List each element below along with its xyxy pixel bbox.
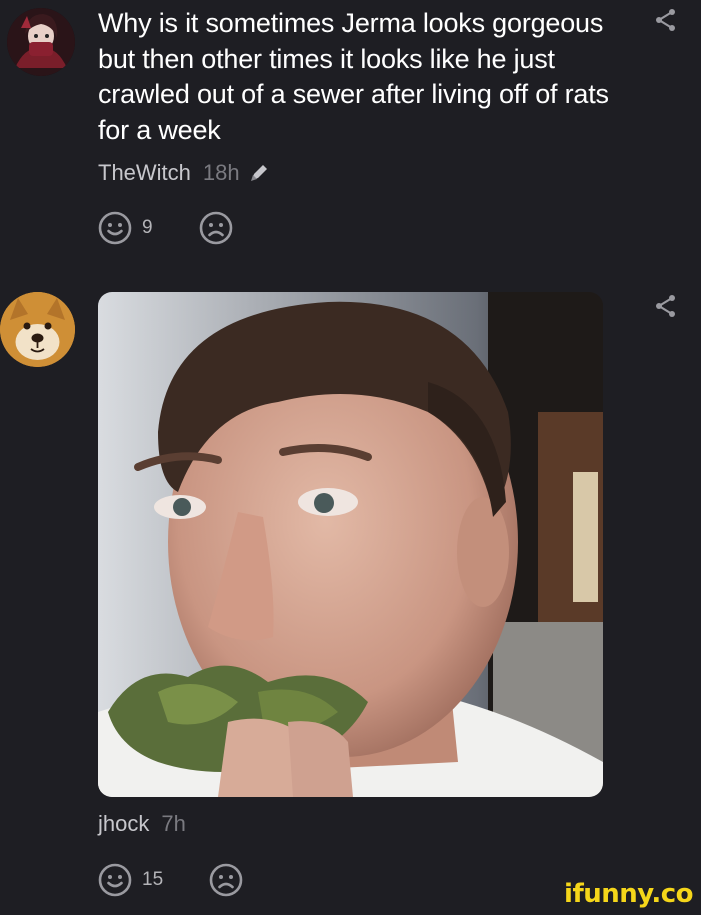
frown-button[interactable] xyxy=(209,863,243,897)
smile-count: 15 xyxy=(142,869,164,890)
photo-image xyxy=(98,292,603,797)
avatar[interactable] xyxy=(0,292,75,367)
comment-2: jhock 7h 15 xyxy=(0,0,701,915)
username[interactable]: jhock xyxy=(98,811,149,837)
timestamp: 7h xyxy=(161,811,186,836)
share-icon[interactable] xyxy=(652,293,680,321)
shiba-dog-avatar-icon xyxy=(0,292,75,367)
ifunny-watermark: ifunny.co xyxy=(564,879,693,909)
smile-button[interactable]: 15 xyxy=(98,863,163,897)
frown-icon xyxy=(209,863,243,897)
smile-icon xyxy=(98,863,132,897)
attached-photo[interactable] xyxy=(98,292,603,797)
comment-meta: jhock 7h xyxy=(98,811,186,837)
reactions: 15 xyxy=(98,863,243,897)
